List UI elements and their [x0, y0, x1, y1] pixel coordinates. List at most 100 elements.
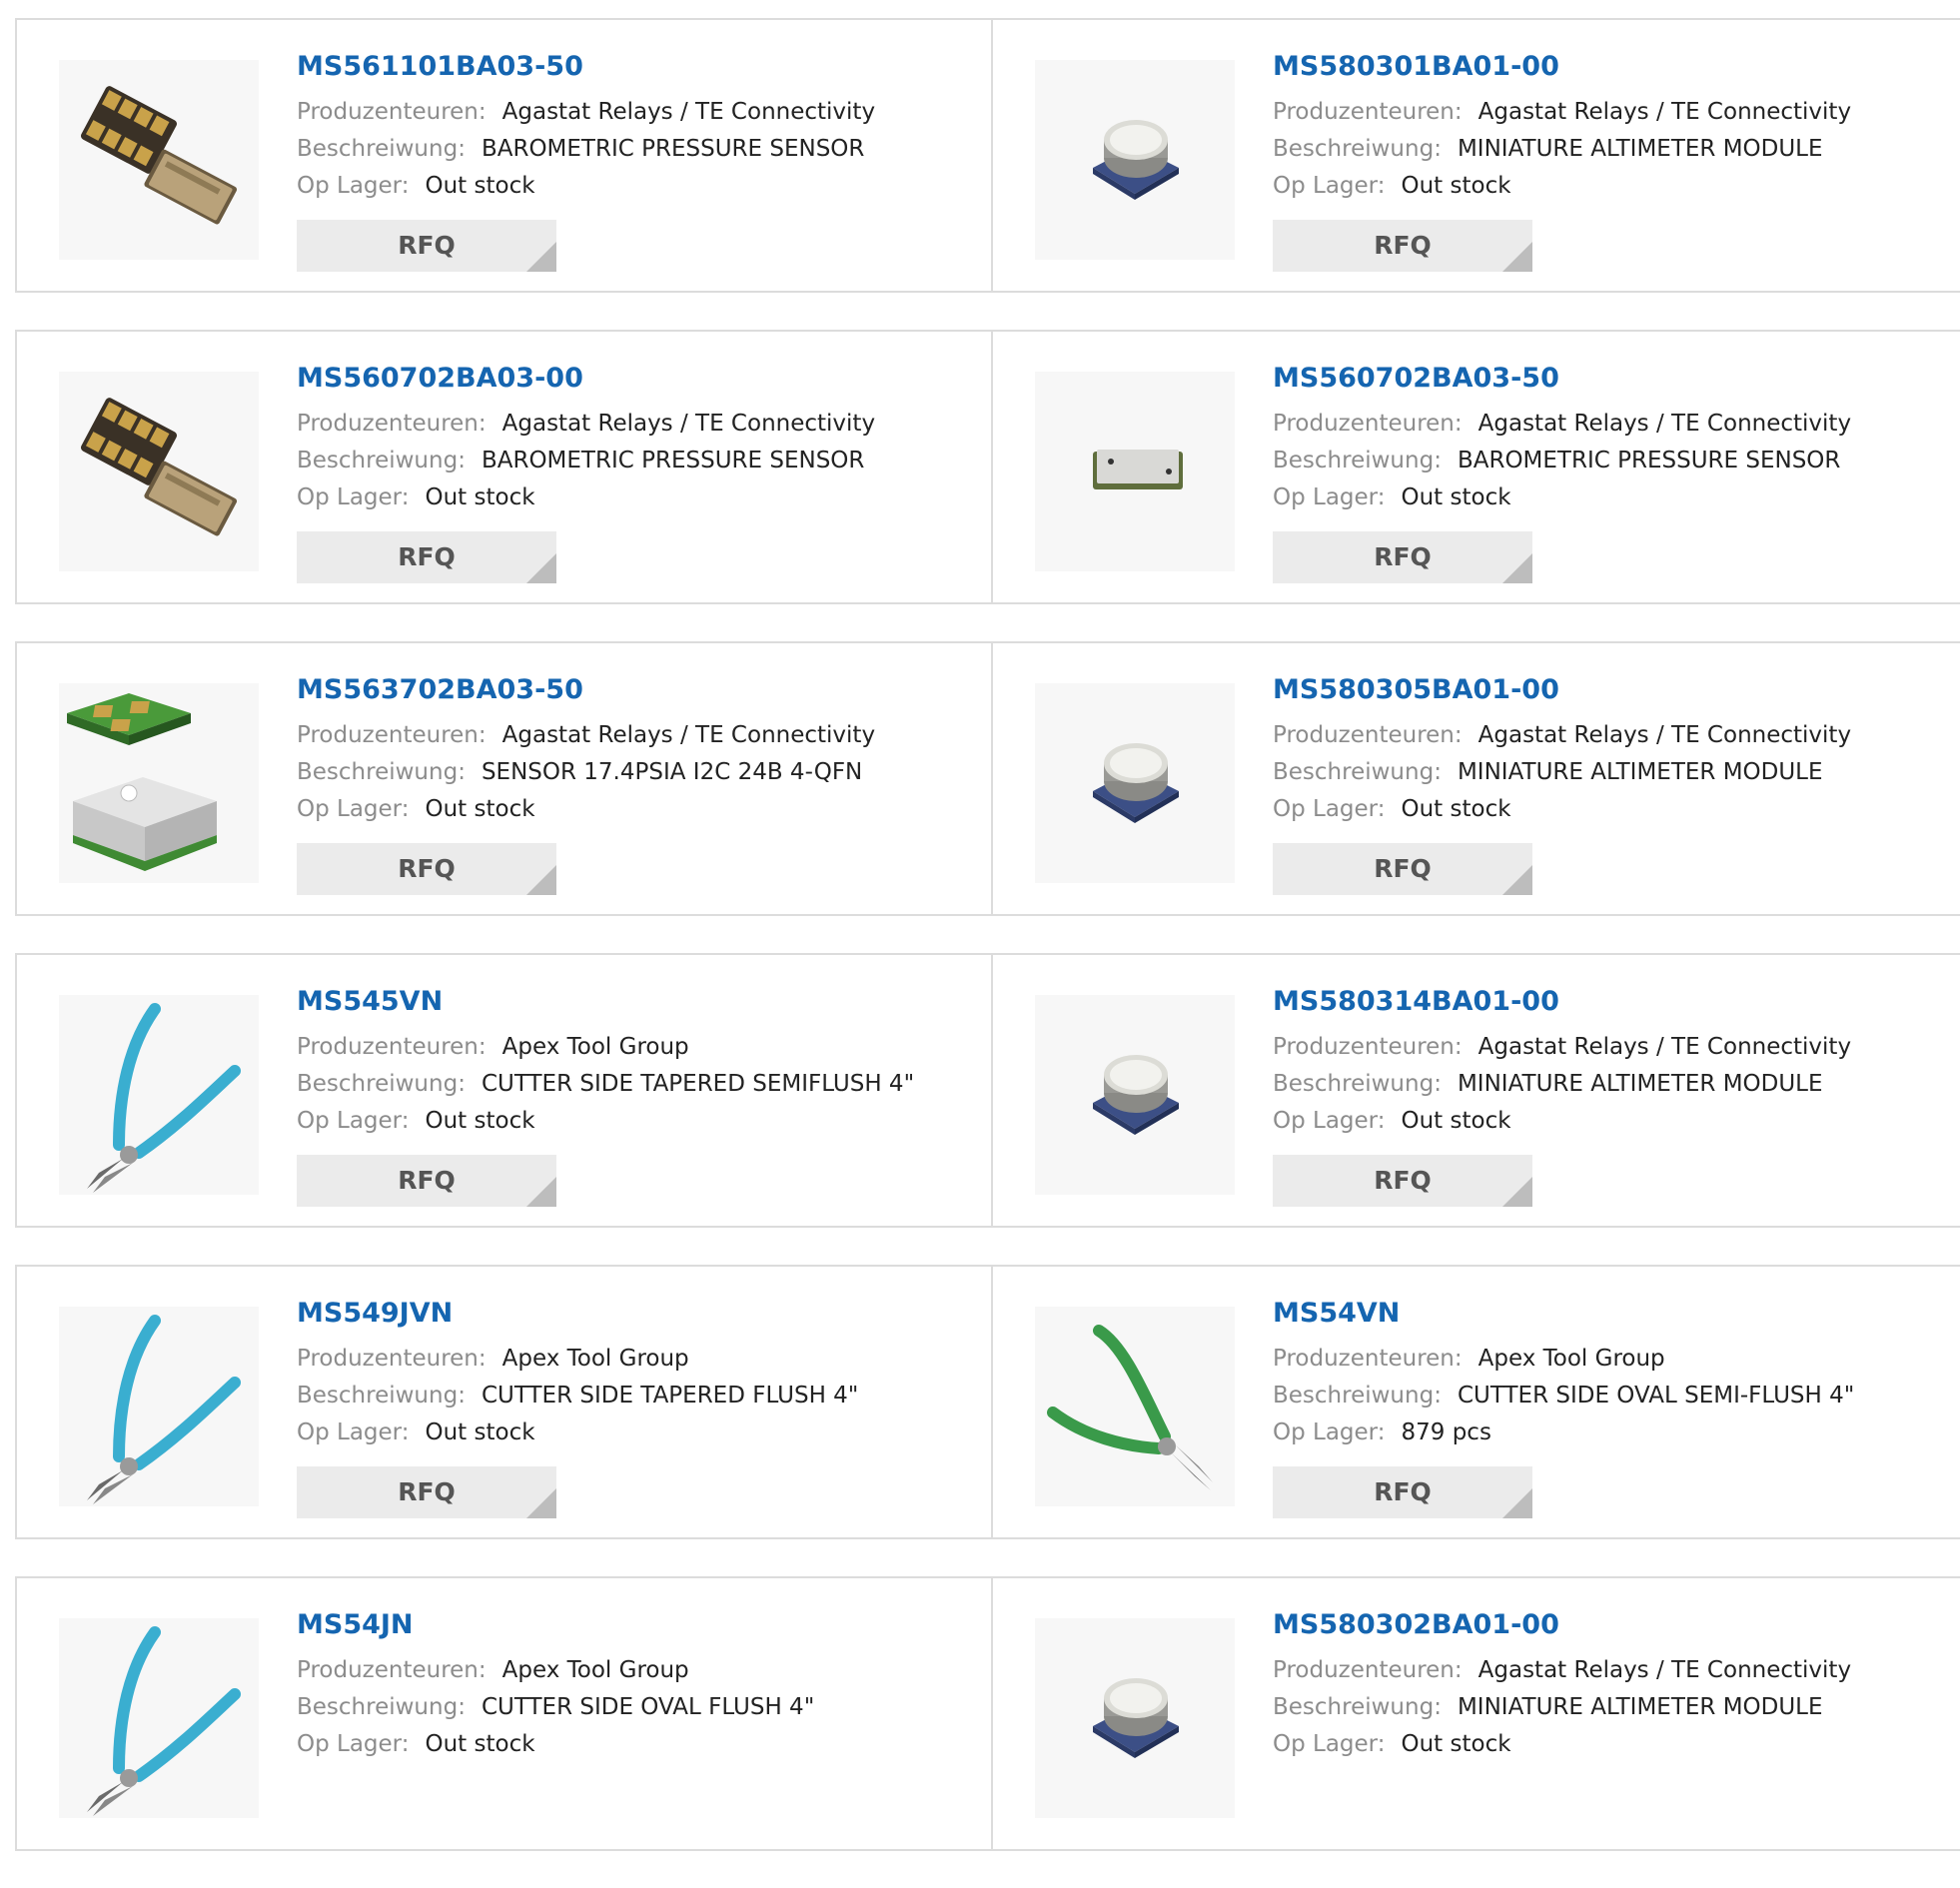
part-number-link[interactable]: MS580305BA01-00: [1273, 673, 1559, 707]
description-label: Beschreiwung:: [297, 136, 466, 162]
rfq-button[interactable]: RFQ: [297, 220, 556, 272]
stock-label: Op Lager:: [1273, 796, 1386, 822]
stock-value: Out stock: [1401, 1731, 1511, 1757]
product-image[interactable]: [59, 683, 259, 883]
rfq-button-label: RFQ: [1374, 1477, 1432, 1506]
product-info: MS549JVN Produzenteuren: Apex Tool Group …: [297, 1297, 981, 1451]
description-label: Beschreiwung:: [1273, 1383, 1442, 1409]
part-number-link[interactable]: MS563702BA03-50: [297, 673, 583, 707]
part-number-link[interactable]: MS560702BA03-00: [297, 362, 583, 396]
description-value: MINIATURE ALTIMETER MODULE: [1457, 1071, 1823, 1097]
product-image[interactable]: [1035, 1618, 1235, 1818]
description-label: Beschreiwung:: [1273, 1071, 1442, 1097]
part-number-link[interactable]: MS580302BA01-00: [1273, 1608, 1559, 1642]
stock-label: Op Lager:: [1273, 484, 1386, 510]
corner-triangle-icon: [1502, 242, 1532, 272]
product-image[interactable]: [59, 1307, 259, 1506]
product-info: MS563702BA03-50 Produzenteuren: Agastat R…: [297, 673, 981, 828]
description-row: Beschreiwung: CUTTER SIDE TAPERED FLUSH 4…: [297, 1378, 981, 1415]
part-number-link[interactable]: MS560702BA03-50: [1273, 362, 1559, 396]
stock-row: Op Lager: Out stock: [1273, 1726, 1955, 1763]
product-card: MS580302BA01-00 Produzenteuren: Agastat R…: [993, 1576, 1960, 1851]
product-image[interactable]: [1035, 60, 1235, 260]
part-number-link[interactable]: MS545VN: [297, 985, 443, 1019]
altimeter-module-icon: [1093, 120, 1179, 200]
part-number-link[interactable]: MS561101BA03-50: [297, 50, 583, 84]
corner-triangle-icon: [1502, 1488, 1532, 1518]
manufacturer-value: Agastat Relays / TE Connectivity: [1477, 1657, 1852, 1683]
manufacturer-row: Produzenteuren: Agastat Relays / TE Conne…: [297, 717, 981, 754]
rfq-button[interactable]: RFQ: [1273, 1155, 1532, 1207]
stock-value: Out stock: [1401, 173, 1511, 199]
qfn-sensor-icon: [67, 693, 217, 871]
product-image[interactable]: [59, 1618, 259, 1818]
stock-label: Op Lager:: [297, 484, 410, 510]
corner-triangle-icon: [526, 1488, 556, 1518]
rfq-button-label: RFQ: [1374, 542, 1432, 571]
product-info: MS545VN Produzenteuren: Apex Tool Group B…: [297, 985, 981, 1140]
stock-row: Op Lager: 879 pcs: [1273, 1415, 1955, 1451]
stock-label: Op Lager:: [297, 173, 410, 199]
part-number-link[interactable]: MS580314BA01-00: [1273, 985, 1559, 1019]
product-image[interactable]: [1035, 995, 1235, 1195]
manufacturer-row: Produzenteuren: Apex Tool Group: [297, 1652, 981, 1689]
stock-value: Out stock: [425, 796, 535, 822]
product-card: MS580305BA01-00 Produzenteuren: Agastat R…: [993, 641, 1960, 916]
manufacturer-label: Produzenteuren:: [297, 1657, 487, 1683]
product-card: MS54VN Produzenteuren: Apex Tool Group Be…: [993, 1265, 1960, 1539]
sensor-chip-pair-icon: [81, 398, 238, 536]
cutter-teal-icon: [87, 1626, 241, 1816]
rfq-button[interactable]: RFQ: [297, 531, 556, 583]
sensor-chip-pair-icon: [81, 86, 238, 225]
rfq-button-label: RFQ: [398, 231, 456, 260]
rfq-button[interactable]: RFQ: [1273, 531, 1532, 583]
stock-row: Op Lager: Out stock: [297, 791, 981, 828]
product-image[interactable]: [1035, 372, 1235, 571]
description-row: Beschreiwung: BAROMETRIC PRESSURE SENSOR: [297, 443, 981, 479]
part-number-link[interactable]: MS580301BA01-00: [1273, 50, 1559, 84]
rfq-button[interactable]: RFQ: [297, 843, 556, 895]
part-number-link[interactable]: MS549JVN: [297, 1297, 453, 1331]
description-row: Beschreiwung: CUTTER SIDE OVAL SEMI-FLUSH…: [1273, 1378, 1955, 1415]
manufacturer-value: Agastat Relays / TE Connectivity: [1477, 722, 1852, 748]
product-row: MS549JVN Produzenteuren: Apex Tool Group …: [15, 1265, 1960, 1539]
stock-label: Op Lager:: [1273, 1419, 1386, 1445]
manufacturer-value: Agastat Relays / TE Connectivity: [1477, 99, 1852, 125]
description-row: Beschreiwung: MINIATURE ALTIMETER MODULE: [1273, 1066, 1955, 1103]
description-label: Beschreiwung:: [1273, 1694, 1442, 1720]
manufacturer-value: Apex Tool Group: [1477, 1346, 1665, 1372]
description-value: BAROMETRIC PRESSURE SENSOR: [481, 136, 865, 162]
description-label: Beschreiwung:: [297, 759, 466, 785]
manufacturer-label: Produzenteuren:: [297, 411, 487, 437]
product-image[interactable]: [59, 995, 259, 1195]
part-number-link[interactable]: MS54JN: [297, 1608, 414, 1642]
manufacturer-label: Produzenteuren:: [1273, 722, 1463, 748]
product-image[interactable]: [59, 60, 259, 260]
corner-triangle-icon: [526, 1177, 556, 1207]
part-number-link[interactable]: MS54VN: [1273, 1297, 1400, 1331]
stock-label: Op Lager:: [297, 796, 410, 822]
description-value: BAROMETRIC PRESSURE SENSOR: [481, 448, 865, 473]
product-row: MS560702BA03-00 Produzenteuren: Agastat R…: [15, 330, 1960, 604]
product-image[interactable]: [1035, 683, 1235, 883]
stock-label: Op Lager:: [297, 1108, 410, 1134]
manufacturer-row: Produzenteuren: Agastat Relays / TE Conne…: [1273, 94, 1955, 131]
rfq-button[interactable]: RFQ: [1273, 843, 1532, 895]
manufacturer-label: Produzenteuren:: [297, 722, 487, 748]
rfq-button[interactable]: RFQ: [297, 1466, 556, 1518]
product-card: MS563702BA03-50 Produzenteuren: Agastat R…: [15, 641, 993, 916]
altimeter-module-icon: [1093, 1678, 1179, 1758]
rfq-button[interactable]: RFQ: [1273, 1466, 1532, 1518]
description-value: MINIATURE ALTIMETER MODULE: [1457, 136, 1823, 162]
description-label: Beschreiwung:: [297, 1071, 466, 1097]
description-label: Beschreiwung:: [1273, 759, 1442, 785]
product-info: MS561101BA03-50 Produzenteuren: Agastat R…: [297, 50, 981, 205]
manufacturer-value: Agastat Relays / TE Connectivity: [501, 722, 876, 748]
product-image[interactable]: [1035, 1307, 1235, 1506]
stock-row: Op Lager: Out stock: [1273, 1103, 1955, 1140]
rfq-button[interactable]: RFQ: [297, 1155, 556, 1207]
cutter-teal-icon: [87, 1003, 241, 1193]
rfq-button[interactable]: RFQ: [1273, 220, 1532, 272]
product-image[interactable]: [59, 372, 259, 571]
product-card: MS560702BA03-00 Produzenteuren: Agastat R…: [15, 330, 993, 604]
